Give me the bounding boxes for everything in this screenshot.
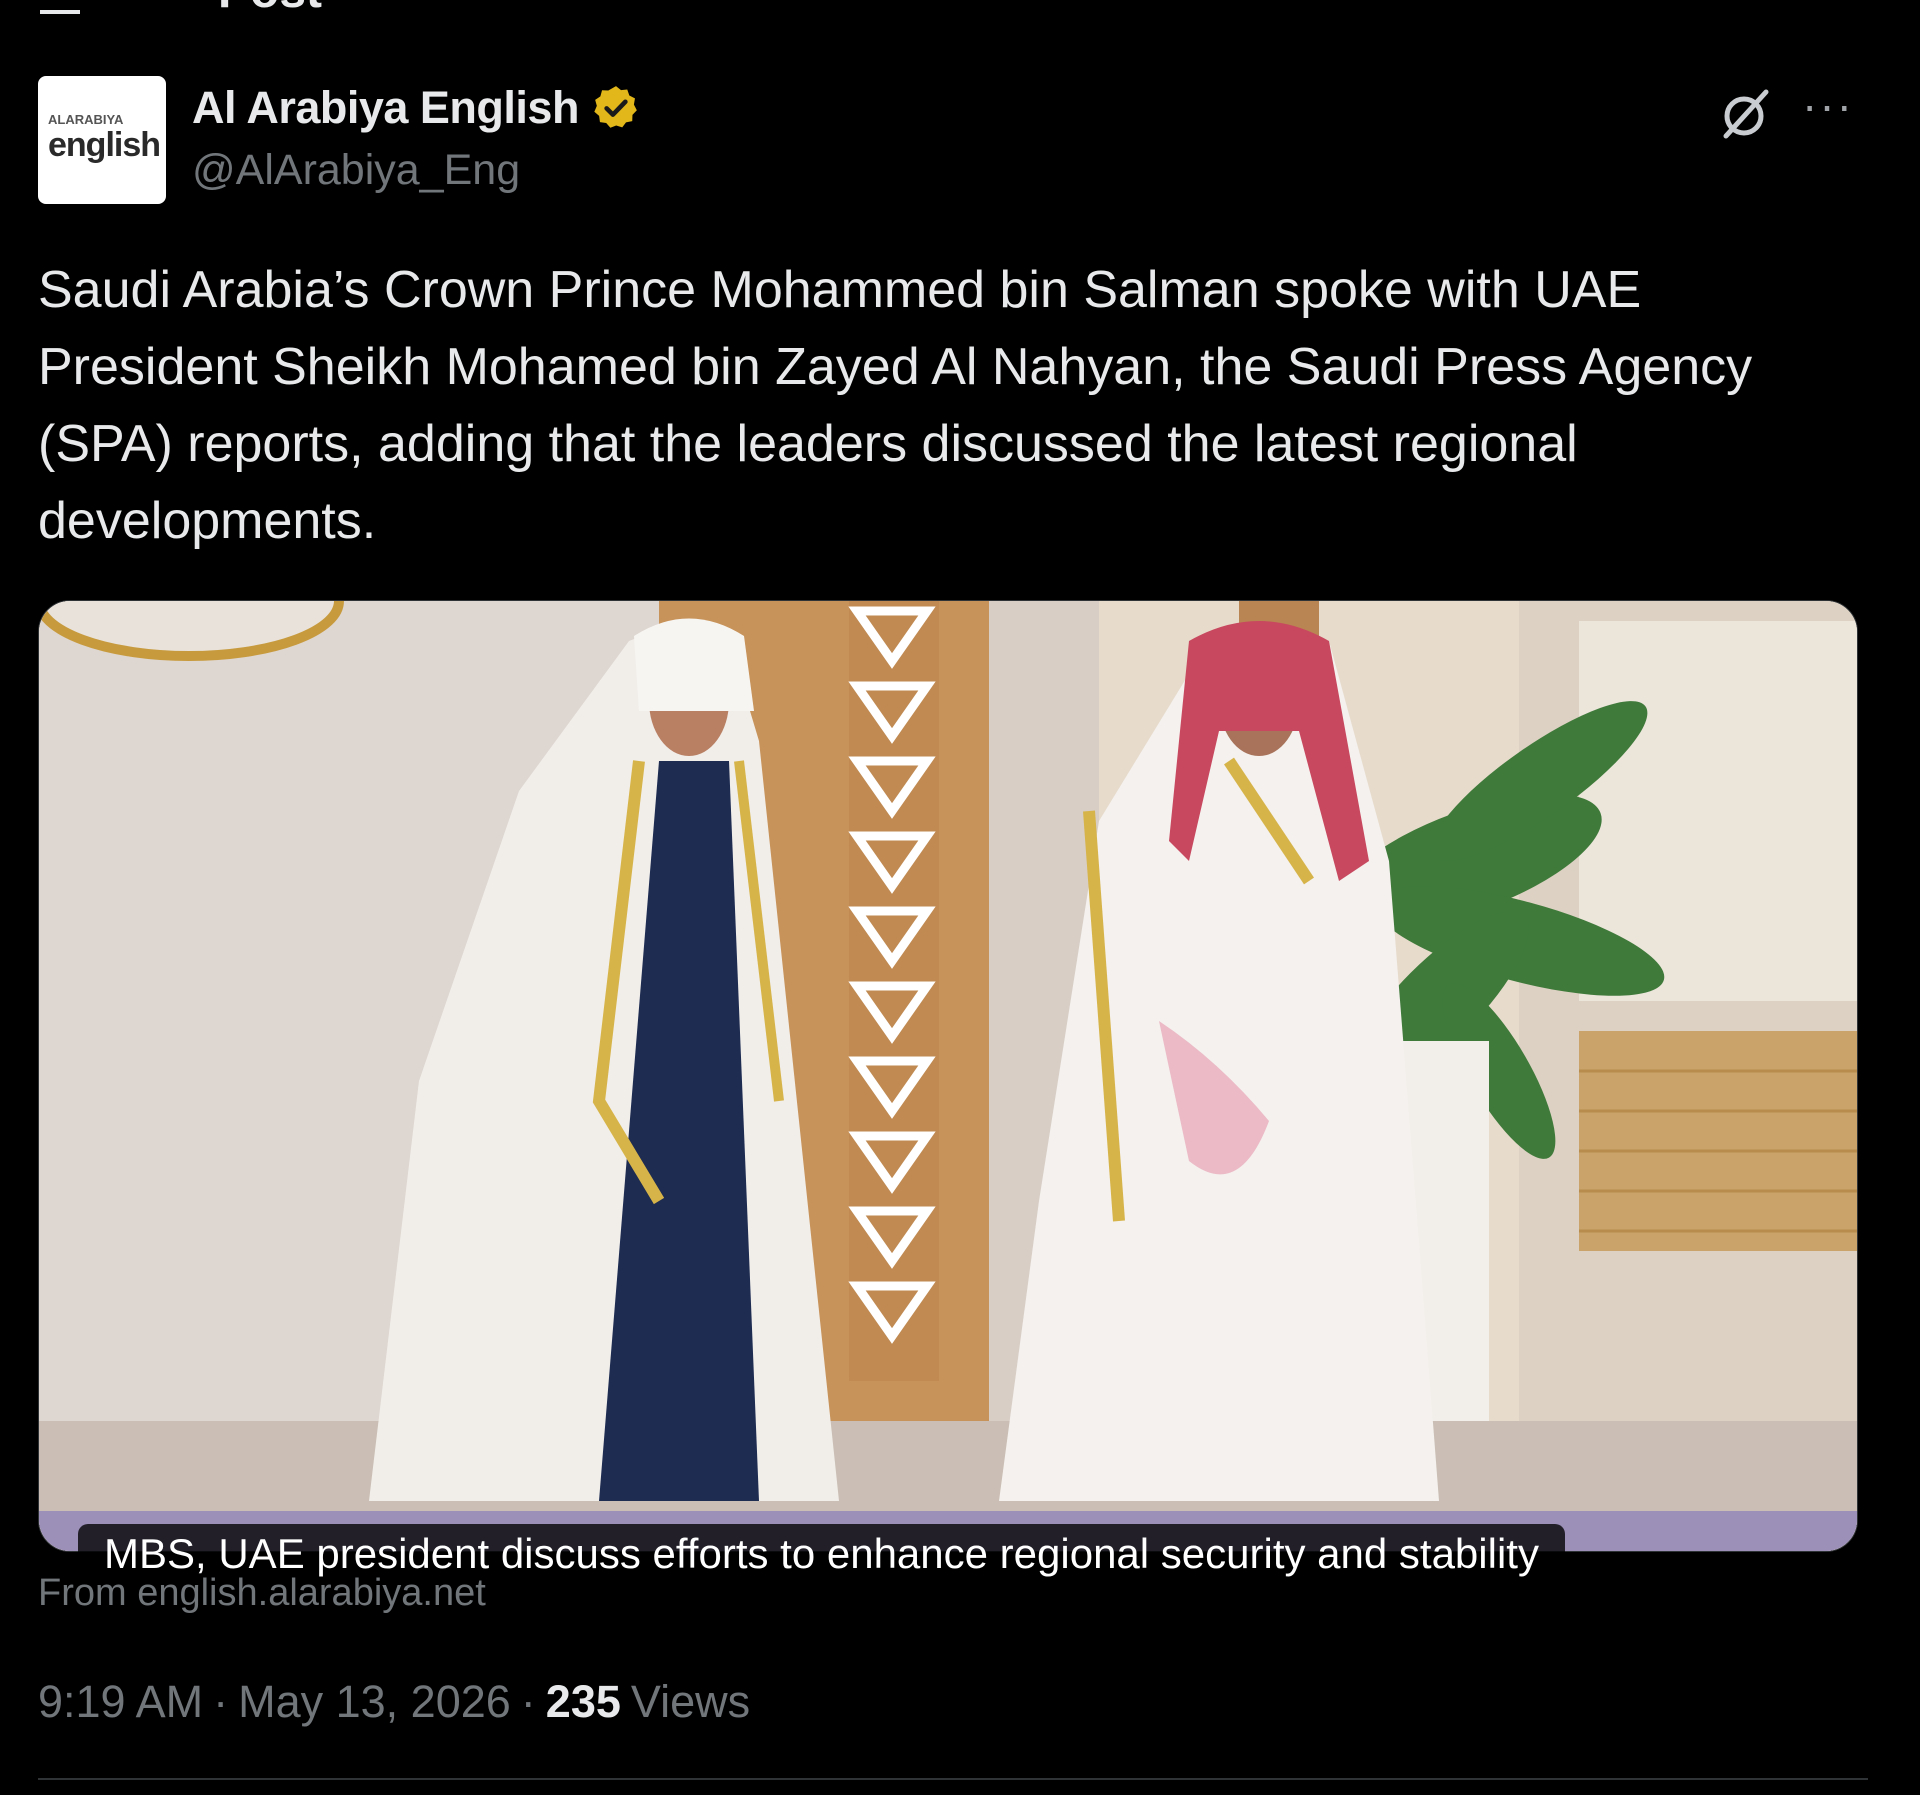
post-text: Saudi Arabia’s Crown Prince Mohammed bin… xyxy=(38,261,1767,550)
author-display-name[interactable]: Al Arabiya English xyxy=(192,82,579,134)
post-time[interactable]: 9:19 AM xyxy=(38,1676,203,1728)
page-title: Post xyxy=(218,0,322,14)
avatar[interactable]: ALARABIYA english xyxy=(38,76,166,204)
divider xyxy=(38,1778,1868,1780)
author-handle[interactable]: @AlArabiya_Eng xyxy=(192,146,520,195)
more-options-icon[interactable]: ··· xyxy=(1802,82,1862,140)
post-meta: 9:19 AM · May 13, 2026 · 235 Views xyxy=(38,1676,750,1728)
link-card-source[interactable]: From english.alarabiya.net xyxy=(38,1572,486,1615)
back-arrow-icon[interactable] xyxy=(40,0,80,14)
article-photo xyxy=(39,601,1857,1551)
meta-separator: · xyxy=(520,1676,536,1727)
views-count[interactable]: 235 xyxy=(546,1676,621,1728)
link-card-image[interactable] xyxy=(38,600,1858,1552)
avatar-logo-top: ALARABIYA xyxy=(48,112,124,127)
grok-icon[interactable] xyxy=(1718,86,1774,142)
meta-separator: · xyxy=(213,1676,229,1727)
verified-badge-icon[interactable] xyxy=(591,83,641,133)
avatar-logo-main: english xyxy=(48,126,161,164)
author-name-row: Al Arabiya English xyxy=(192,82,641,134)
views-label[interactable]: Views xyxy=(631,1676,750,1728)
post-date[interactable]: May 13, 2026 xyxy=(238,1676,511,1728)
top-header-partial: Post xyxy=(0,0,1920,14)
